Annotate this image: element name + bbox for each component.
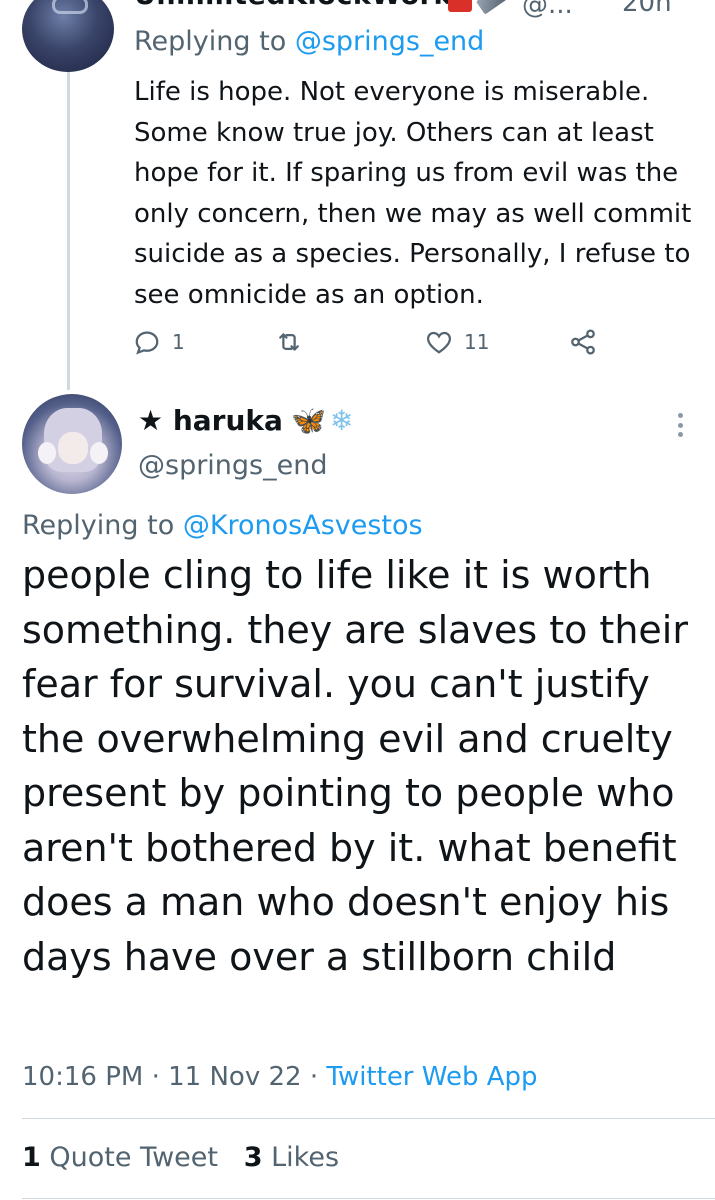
likes-link[interactable]: 3 Likes xyxy=(244,1142,339,1173)
heart-icon xyxy=(426,331,452,354)
separator: · xyxy=(151,1062,160,1092)
tweet-text: people cling to life like it is worth so… xyxy=(22,553,688,979)
replying-to-line: Replying to @springs_end xyxy=(134,26,484,57)
replying-to-prefix: Replying to xyxy=(134,26,287,57)
like-count: 11 xyxy=(464,330,490,354)
replying-to-line: Replying to @KronosAsvestos xyxy=(22,510,423,541)
author-handle[interactable]: @springs_end xyxy=(138,450,328,481)
avatar[interactable] xyxy=(22,0,114,72)
snowflake-icon: ❄ xyxy=(329,404,354,437)
tweet-actions: 1 11 xyxy=(132,322,632,362)
likes-label: Likes xyxy=(271,1142,340,1173)
retweet-icon xyxy=(279,333,299,351)
timestamp[interactable]: 20h xyxy=(622,0,672,18)
divider xyxy=(22,1198,715,1199)
tweet-source-link[interactable]: Twitter Web App xyxy=(326,1062,537,1092)
replying-to-link[interactable]: @KronosAsvestos xyxy=(183,510,423,541)
author-name[interactable]: UnlimitedKlockWorks xyxy=(134,0,469,11)
quote-count: 1 xyxy=(22,1142,41,1173)
reply-count: 1 xyxy=(172,330,185,354)
tweet-time[interactable]: 10:16 PM xyxy=(22,1062,143,1092)
share-button[interactable] xyxy=(568,322,598,362)
pen-emoji-icon xyxy=(475,0,509,15)
divider xyxy=(22,1118,715,1119)
reply-button[interactable]: 1 xyxy=(132,322,185,362)
retweet-button[interactable] xyxy=(274,322,314,362)
likes-count: 3 xyxy=(243,1142,263,1173)
reply-icon xyxy=(135,331,159,355)
author-name: ★ haruka xyxy=(138,404,283,437)
more-options-icon[interactable] xyxy=(668,410,692,440)
share-icon xyxy=(571,329,595,355)
author-handle[interactable]: @... xyxy=(522,0,573,20)
engagement-stats: 1 Quote Tweet 3 Likes xyxy=(22,1142,339,1173)
avatar[interactable] xyxy=(22,394,122,494)
thread-connector-line xyxy=(67,72,70,390)
name-emoji-icon xyxy=(448,0,472,12)
replying-to-link[interactable]: @springs_end xyxy=(295,26,485,57)
tweet-text: Life is hope. Not everyone is miserable.… xyxy=(134,77,692,310)
replying-to-prefix: Replying to xyxy=(22,510,175,541)
quote-tweets-link[interactable]: 1 Quote Tweet xyxy=(22,1142,218,1173)
quote-label: Quote Tweet xyxy=(49,1142,218,1173)
butterfly-icon: 🦋 xyxy=(290,404,326,437)
like-button[interactable]: 11 xyxy=(424,322,489,362)
tweet-metadata: 10:16 PM · 11 Nov 22 · Twitter Web App xyxy=(22,1062,538,1092)
tweet-date[interactable]: 11 Nov 22 xyxy=(168,1062,301,1092)
author-name-row[interactable]: ★ haruka 🦋 ❄ xyxy=(138,404,353,437)
separator: · xyxy=(309,1062,319,1092)
